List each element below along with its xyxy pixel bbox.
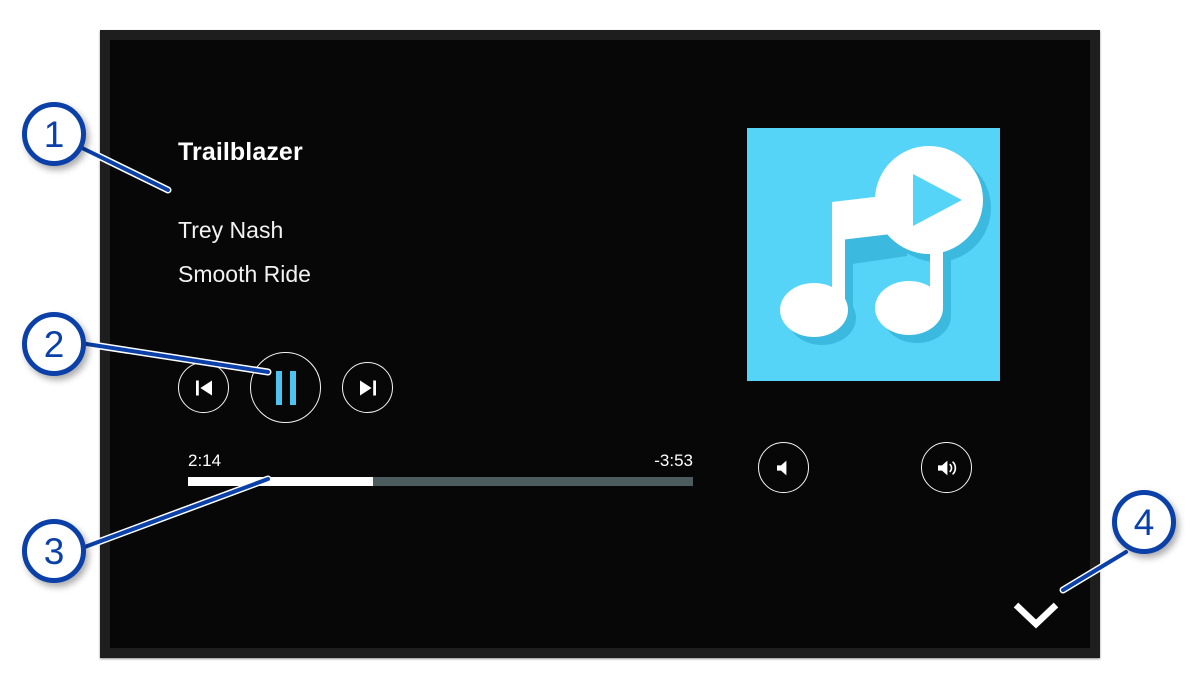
callout-marker-2: 2 (22, 312, 86, 376)
skip-next-icon (359, 380, 376, 395)
volume-low-icon (776, 460, 786, 475)
track-title: Trailblazer (178, 138, 303, 166)
music-note-play-icon (780, 146, 991, 345)
track-info: Trailblazer Trey Nash Smooth Ride (178, 140, 698, 286)
next-button[interactable] (342, 362, 393, 413)
callout-marker-4: 4 (1112, 490, 1176, 554)
progress-fill (188, 477, 373, 486)
callout-marker-3: 3 (22, 519, 86, 583)
collapse-button[interactable] (1006, 588, 1066, 642)
album-art (747, 128, 1000, 381)
skip-previous-icon (195, 380, 212, 395)
pause-icon (275, 370, 296, 405)
device-frame: Trailblazer Trey Nash Smooth Ride 2:14 -… (100, 30, 1100, 658)
progress-section: 2:14 -3:53 (188, 450, 693, 486)
volume-down-button[interactable] (758, 442, 809, 493)
chevron-down-icon (1013, 602, 1059, 629)
elapsed-time: 2:14 (188, 451, 222, 470)
callout-marker-1: 1 (22, 102, 86, 166)
track-artist: Trey Nash (178, 217, 284, 243)
time-row: 2:14 -3:53 (188, 450, 693, 472)
transport-controls (178, 352, 393, 423)
progress-bar[interactable] (188, 477, 693, 486)
volume-high-icon (937, 460, 956, 475)
volume-up-button[interactable] (921, 442, 972, 493)
play-pause-button[interactable] (250, 352, 321, 423)
media-player-screen: Trailblazer Trey Nash Smooth Ride 2:14 -… (110, 40, 1090, 648)
track-album: Smooth Ride (178, 261, 311, 287)
remaining-time: -3:53 (654, 451, 693, 470)
volume-controls (758, 442, 972, 493)
previous-button[interactable] (178, 362, 229, 413)
